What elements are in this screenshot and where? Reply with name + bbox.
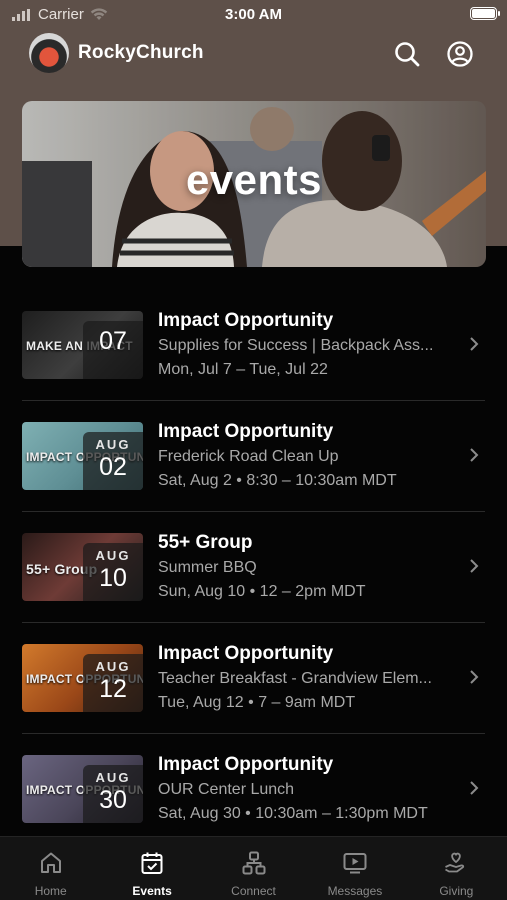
event-title: 55+ Group (158, 532, 253, 553)
chevron-right-icon (470, 337, 479, 351)
connect-icon (242, 851, 266, 875)
date-day: 10 (99, 564, 127, 592)
chevron-right-icon (470, 670, 479, 684)
event-title: Impact Opportunity (158, 421, 334, 442)
chevron-right-icon (470, 781, 479, 795)
status-bar: Carrier 3:00 AM (0, 0, 507, 30)
date-month: AUG (95, 770, 131, 785)
event-thumbnail: Impact Opportunity AUG 02 (22, 422, 143, 490)
date-badge: AUG 02 (83, 432, 143, 490)
battery-icon (470, 7, 500, 20)
giving-icon (445, 852, 465, 873)
event-time: Tue, Aug 12 • 7 – 9am MDT (158, 694, 356, 711)
event-subtitle: Frederick Road Clean Up (158, 448, 339, 465)
tab-label: Connect (231, 884, 276, 898)
clock: 3:00 AM (225, 6, 282, 23)
event-subtitle: Summer BBQ (158, 559, 257, 576)
app-title: RockyChurch (78, 42, 204, 63)
event-title: Impact Opportunity (158, 310, 334, 331)
event-subtitle: OUR Center Lunch (158, 781, 295, 798)
app-bar: RockyChurch (0, 30, 507, 76)
event-time: Sun, Aug 10 • 12 – 2pm MDT (158, 583, 366, 600)
event-thumbnail: 55+ Group AUG 10 (22, 533, 143, 601)
chevron-right-icon (470, 448, 479, 462)
banner-title: events (185, 156, 323, 203)
event-subtitle: Supplies for Success | Backpack Ass... (158, 337, 434, 354)
date-month: AUG (95, 659, 131, 674)
calendar-icon (141, 852, 163, 874)
tab-giving[interactable]: Giving (406, 837, 507, 900)
tab-messages[interactable]: Messages (304, 837, 405, 900)
event-time: Sat, Aug 2 • 8:30 – 10:30am MDT (158, 472, 397, 489)
event-time: Sat, Aug 30 • 10:30am – 1:30pm MDT (158, 805, 428, 822)
church-logo[interactable] (29, 33, 69, 73)
event-title: Impact Opportunity (158, 754, 334, 775)
event-row[interactable]: Impact Opportunity AUG 12 Impact Opportu… (0, 623, 507, 734)
date-badge: AUG 10 (83, 543, 143, 601)
event-thumbnail: Make an Impact 07 (22, 311, 143, 379)
home-icon (40, 852, 61, 873)
date-day: 12 (99, 675, 127, 703)
profile-icon[interactable] (447, 41, 473, 67)
tab-bar: Home Events Connect Messages Giving (0, 836, 507, 900)
date-month: AUG (95, 548, 131, 563)
search-icon[interactable] (394, 41, 420, 67)
event-thumbnail: Impact Opportunity AUG 30 (22, 755, 143, 823)
tab-label: Giving (439, 884, 474, 898)
tab-label: Home (34, 884, 67, 898)
events-banner: events (22, 101, 486, 267)
events-list: Make an Impact 07 Impact Opportunity Sup… (0, 290, 507, 845)
event-thumbnail: Impact Opportunity AUG 12 (22, 644, 143, 712)
date-badge: 07 (83, 321, 143, 379)
tab-connect[interactable]: Connect (203, 837, 304, 900)
tab-home[interactable]: Home (0, 837, 101, 900)
event-row[interactable]: Impact Opportunity AUG 02 Impact Opportu… (0, 401, 507, 512)
event-row[interactable]: 55+ Group AUG 10 55+ Group Summer BBQ Su… (0, 512, 507, 623)
date-badge: AUG 12 (83, 654, 143, 712)
tab-label: Messages (327, 884, 383, 898)
date-day: 07 (99, 327, 127, 355)
event-subtitle: Teacher Breakfast - Grandview Elem... (158, 670, 432, 687)
chevron-right-icon (470, 559, 479, 573)
event-title: Impact Opportunity (158, 643, 334, 664)
date-badge: AUG 30 (83, 765, 143, 823)
date-day: 30 (99, 786, 127, 814)
date-day: 02 (99, 453, 127, 481)
tab-events[interactable]: Events (101, 837, 202, 900)
date-month: AUG (95, 437, 131, 452)
event-row[interactable]: Impact Opportunity AUG 30 Impact Opportu… (0, 734, 507, 845)
event-time: Mon, Jul 7 – Tue, Jul 22 (158, 361, 328, 378)
tab-label: Events (132, 884, 172, 898)
event-row[interactable]: Make an Impact 07 Impact Opportunity Sup… (0, 290, 507, 401)
messages-icon (343, 853, 367, 874)
